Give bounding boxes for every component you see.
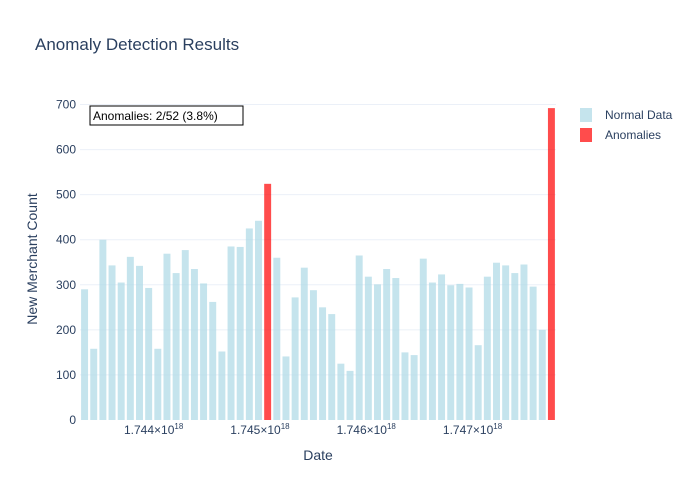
y-tick-label: 200 [56, 323, 76, 337]
normal-bar[interactable] [374, 284, 381, 420]
normal-bar[interactable] [236, 246, 244, 420]
normal-bar[interactable] [410, 355, 418, 420]
normal-bar[interactable] [309, 290, 317, 420]
x-tick-label: 1.744×1018 [124, 422, 184, 437]
normal-bar[interactable] [401, 352, 409, 420]
x-axis-ticks: 1.744×1018 1.745×1018 1.746×1018 1.747×1018 [124, 422, 503, 437]
normal-bar[interactable] [90, 348, 98, 420]
annotation-box: Anomalies: 2/52 (3.8%) [89, 105, 244, 126]
normal-bar[interactable] [383, 269, 391, 420]
normal-bar[interactable] [529, 286, 537, 420]
normal-bar[interactable] [154, 348, 162, 420]
normal-bar[interactable] [364, 276, 372, 420]
normal-bar[interactable] [346, 370, 354, 420]
normal-bar[interactable] [99, 239, 107, 420]
y-tick-label: 100 [56, 368, 76, 382]
legend: Normal Data Anomalies [580, 108, 673, 142]
normal-bar[interactable] [181, 250, 189, 420]
normal-bar[interactable] [136, 265, 143, 420]
normal-bar[interactable] [227, 246, 235, 420]
normal-bar[interactable] [520, 264, 528, 420]
y-tick-label: 400 [56, 233, 76, 247]
x-tick-label: 1.745×1018 [230, 422, 290, 437]
normal-bar[interactable] [291, 297, 299, 420]
anomaly-bar[interactable] [264, 183, 272, 420]
normal-bar[interactable] [209, 301, 217, 420]
x-tick-label: 1.747×1018 [443, 422, 503, 437]
normal-bar[interactable] [355, 255, 363, 420]
normal-bar[interactable] [300, 267, 308, 420]
normal-bar[interactable] [273, 257, 281, 420]
legend-swatch[interactable] [580, 108, 592, 122]
normal-bar[interactable] [493, 262, 500, 420]
normal-bar[interactable] [145, 287, 153, 420]
legend-label[interactable]: Normal Data [605, 108, 673, 122]
normal-bar[interactable] [172, 273, 180, 420]
normal-bar[interactable] [81, 289, 89, 420]
y-axis-ticks: 0 100 200 300 400 500 600 700 [56, 98, 76, 427]
normal-bar[interactable] [126, 256, 134, 420]
anomaly-chart: Anomaly Detection Results 0 100 200 300 400 5… [24, 35, 673, 463]
normal-bar[interactable] [282, 356, 290, 420]
normal-bar[interactable] [456, 283, 464, 420]
y-tick-label: 700 [56, 98, 76, 112]
normal-bar[interactable] [255, 220, 262, 420]
normal-bar[interactable] [474, 345, 482, 420]
legend-swatch[interactable] [580, 128, 592, 142]
anomaly-bar[interactable] [547, 108, 555, 421]
normal-bar[interactable] [428, 282, 436, 420]
normal-bar[interactable] [538, 329, 546, 420]
normal-bar[interactable] [447, 285, 455, 420]
y-tick-label: 600 [56, 143, 76, 157]
normal-bar[interactable] [117, 282, 125, 420]
x-axis-title: Date [303, 447, 333, 463]
normal-bar[interactable] [438, 274, 446, 420]
legend-label[interactable]: Anomalies [605, 128, 661, 142]
normal-bar[interactable] [190, 269, 198, 420]
normal-bar[interactable] [483, 276, 491, 420]
normal-bar[interactable] [163, 253, 171, 420]
bars [81, 108, 555, 421]
chart-title: Anomaly Detection Results [35, 35, 239, 54]
normal-bar[interactable] [502, 265, 510, 420]
x-tick-label: 1.746×1018 [337, 422, 397, 437]
normal-bar[interactable] [245, 228, 253, 420]
normal-bar[interactable] [392, 278, 400, 420]
y-tick-label: 300 [56, 278, 76, 292]
normal-bar[interactable] [319, 307, 327, 420]
normal-bar[interactable] [419, 258, 427, 420]
normal-bar[interactable] [328, 314, 336, 420]
y-tick-label: 0 [69, 413, 76, 427]
y-axis-title: New Merchant Count [24, 193, 40, 325]
normal-bar[interactable] [511, 273, 519, 420]
normal-bar[interactable] [337, 363, 345, 420]
normal-bar[interactable] [200, 283, 208, 420]
normal-bar[interactable] [108, 265, 116, 420]
y-tick-label: 500 [56, 188, 76, 202]
annotation-text: Anomalies: 2/52 (3.8%) [93, 109, 218, 123]
normal-bar[interactable] [218, 351, 226, 420]
normal-bar[interactable] [465, 287, 473, 420]
